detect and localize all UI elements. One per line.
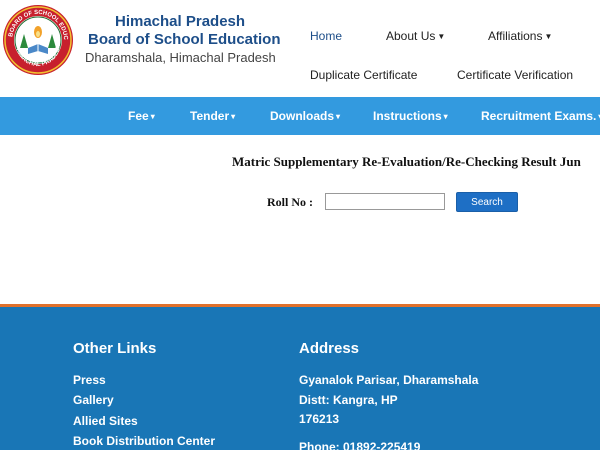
address-heading: Address — [299, 340, 360, 357]
nav-certificate-verification-link[interactable]: Certificate Verification — [457, 68, 573, 82]
footer-link-gallery[interactable]: Gallery — [73, 393, 114, 407]
nav-duplicate-certificate-link[interactable]: Duplicate Certificate — [310, 68, 417, 82]
footer-link-press[interactable]: Press — [73, 373, 106, 387]
caret-down-icon: ▾ — [231, 112, 236, 122]
nav-home-link[interactable]: Home — [310, 29, 342, 43]
org-name-line1: Himachal Pradesh — [115, 13, 246, 30]
caret-down-icon: ▼ — [544, 32, 553, 42]
nav-affiliations-link[interactable]: Affiliations ▼ — [488, 29, 552, 43]
org-name-line2: Board of School Education — [88, 31, 281, 48]
address-phone: Phone: 01892-225419 — [299, 440, 421, 454]
main-menu-bar: Fee ▾ Tender ▾ Downloads ▾ Instructions ▾ Re… — [0, 97, 600, 135]
roll-no-input[interactable] — [325, 193, 445, 210]
caret-down-icon: ▾ — [150, 112, 155, 122]
footer-link-allied-sites[interactable]: Allied Sites — [73, 414, 138, 428]
board-seal-icon[interactable]: BOARD OF SCHOOL EDUCATION HIMACHAL PRADE… — [2, 4, 74, 76]
menu-fee[interactable]: Fee ▾ — [128, 109, 155, 123]
address-line: Gyanalok Parisar, Dharamshala — [299, 373, 479, 387]
org-location: Dharamshala, Himachal Pradesh — [85, 50, 276, 65]
menu-recruitment-exams[interactable]: Recruitment Exams.▾ — [481, 109, 600, 123]
address-line: 176213 — [299, 412, 340, 426]
caret-down-icon: ▾ — [336, 112, 341, 122]
search-button[interactable]: Search — [456, 192, 518, 212]
caret-down-icon: ▾ — [443, 112, 448, 122]
footer-link-book-distribution[interactable]: Book Distribution Center — [73, 434, 215, 448]
roll-no-label: Roll No : — [267, 195, 313, 209]
address-line: Distt: Kangra, HP — [299, 393, 398, 407]
nav-about-us-link[interactable]: About Us ▼ — [386, 29, 445, 43]
menu-tender[interactable]: Tender ▾ — [190, 109, 235, 123]
site-header: BOARD OF SCHOOL EDUCATION HIMACHAL PRADE… — [0, 0, 600, 97]
caret-down-icon: ▼ — [437, 32, 446, 42]
menu-downloads[interactable]: Downloads ▾ — [270, 109, 340, 123]
menu-instructions[interactable]: Instructions ▾ — [373, 109, 448, 123]
other-links-heading: Other Links — [73, 340, 157, 357]
site-footer: Other Links Press Gallery Allied Sites B… — [0, 307, 600, 454]
page-title: Matric Supplementary Re-Evaluation/Re-Ch… — [232, 154, 581, 169]
